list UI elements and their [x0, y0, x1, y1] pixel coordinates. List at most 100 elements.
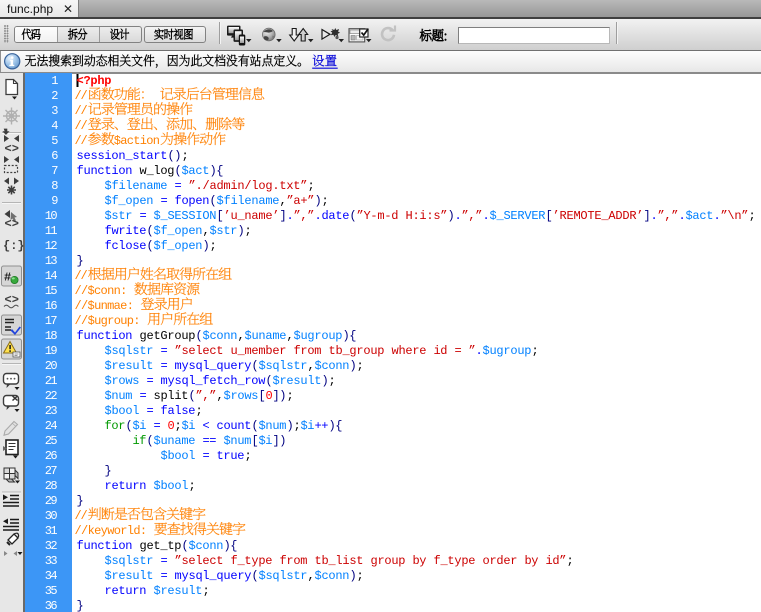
svg-text:split: split: [154, 389, 189, 403]
svg-text:$str: $str: [105, 209, 133, 223]
svg-text:;: ;: [749, 209, 756, 223]
svg-text://$conn:: //$conn:: [75, 284, 128, 298]
svg-text://: //: [75, 269, 88, 283]
svg-text:$bool: $bool: [105, 404, 140, 418]
svg-text:tb_group: tb_group: [329, 344, 385, 358]
svg-text:24: 24: [45, 419, 58, 433]
svg-text:”Y-m-d: ”Y-m-d: [357, 209, 399, 223]
svg-text:;: ;: [329, 374, 336, 388]
svg-text:;: ;: [567, 554, 574, 568]
svg-text:22: 22: [45, 389, 58, 403]
svg-text:;: ;: [203, 584, 210, 598]
svg-text:f_type: f_type: [434, 554, 476, 568]
svg-text:fclose: fclose: [105, 239, 147, 253]
svg-text:;: ;: [287, 389, 294, 403]
svg-text://$ugroup:: //$ugroup:: [75, 314, 141, 328]
svg-text:;: ;: [532, 344, 539, 358]
svg-text:order: order: [483, 554, 518, 568]
svg-text:=: =: [140, 209, 147, 223]
svg-text:$conn: $conn: [203, 329, 238, 343]
svg-text:$result: $result: [105, 359, 154, 373]
svg-text:”./admin/log.txt”: ”./admin/log.txt”: [189, 179, 308, 193]
svg-text:16: 16: [45, 299, 58, 313]
svg-text:$_SERVER: $_SERVER: [490, 209, 546, 223]
svg-text:21: 21: [45, 374, 58, 388]
svg-text:36: 36: [45, 599, 58, 612]
svg-text:=: =: [154, 419, 161, 433]
svg-text:”select: ”select: [175, 344, 224, 358]
svg-text:’u_name’: ’u_name’: [224, 209, 280, 223]
svg-text:id: id: [434, 344, 448, 358]
svg-text:w_log: w_log: [140, 164, 175, 178]
svg-text:;: ;: [210, 239, 217, 253]
svg-text:mysql_fetch_row: mysql_fetch_row: [161, 374, 267, 388]
svg-text:{:}: {:}: [3, 239, 25, 253]
svg-text:]): ]): [273, 434, 287, 448]
svg-text:for: for: [105, 419, 126, 433]
svg-text:$str: $str: [210, 224, 238, 238]
svg-text:$conn: $conn: [315, 569, 350, 583]
svg-text:;: ;: [357, 569, 364, 583]
svg-text:28: 28: [45, 479, 58, 493]
svg-text:”,”: ”,”: [658, 209, 679, 223]
svg-text:function: function: [77, 164, 133, 178]
svg-text:id”: id”: [546, 554, 567, 568]
svg-text:true: true: [217, 449, 245, 463]
svg-text:$conn: $conn: [189, 539, 224, 553]
svg-text:”,”: ”,”: [294, 209, 315, 223]
svg-text:$num: $num: [105, 389, 133, 403]
svg-text:$bool: $bool: [154, 479, 189, 493]
svg-text:6: 6: [51, 149, 58, 163]
svg-text:$uname: $uname: [245, 329, 287, 343]
svg-text://: //: [75, 104, 88, 118]
svg-text:19: 19: [45, 344, 58, 358]
svg-text://$unmae:: //$unmae:: [75, 299, 134, 313]
svg-text:){: ){: [329, 419, 343, 433]
svg-text:12: 12: [45, 239, 58, 253]
svg-text:$sqlstr: $sqlstr: [259, 569, 308, 583]
svg-text:;: ;: [308, 179, 315, 193]
svg-text:18: 18: [45, 329, 58, 343]
svg-text:return: return: [105, 584, 147, 598]
svg-text:;: ;: [245, 224, 252, 238]
svg-text:$act: $act: [686, 209, 714, 223]
svg-text:date: date: [322, 209, 350, 223]
svg-text:mysql_query: mysql_query: [175, 569, 252, 583]
svg-text:$num: $num: [224, 434, 252, 448]
svg-text:;: ;: [322, 194, 329, 208]
svg-text:u_member: u_member: [231, 344, 287, 358]
svg-text:if: if: [133, 434, 147, 448]
svg-text:$filename: $filename: [217, 194, 280, 208]
svg-text:$result: $result: [273, 374, 322, 388]
svg-text:]): ]): [273, 389, 287, 403]
svg-text:session_start: session_start: [77, 149, 168, 163]
svg-text:$i: $i: [259, 434, 273, 448]
svg-text:$rows: $rows: [224, 389, 259, 403]
svg-text:2: 2: [51, 89, 58, 103]
svg-text:mysql_query: mysql_query: [175, 359, 252, 373]
svg-text:group: group: [371, 554, 406, 568]
svg-text:14: 14: [45, 269, 58, 283]
svg-text:29: 29: [45, 494, 58, 508]
svg-text:<?php: <?php: [77, 74, 112, 88]
svg-text:<>: <>: [5, 217, 19, 231]
svg-text:fwrite: fwrite: [105, 224, 147, 238]
svg-text:$uname: $uname: [154, 434, 196, 448]
svg-text:get_tp: get_tp: [140, 539, 182, 553]
svg-text:from: from: [280, 554, 308, 568]
svg-text:5: 5: [51, 134, 58, 148]
svg-text:$sqlstr: $sqlstr: [105, 554, 154, 568]
svg-text://keyworld:: //keyworld:: [75, 524, 148, 538]
svg-text:(): (): [168, 149, 182, 163]
svg-text:<: <: [203, 419, 210, 433]
svg-text:=: =: [140, 389, 147, 403]
svg-text:$num: $num: [259, 419, 287, 433]
svg-text://: //: [75, 119, 88, 133]
svg-text:$f_open: $f_open: [154, 224, 203, 238]
svg-text:$filename: $filename: [105, 179, 168, 193]
svg-text:3: 3: [51, 104, 58, 118]
svg-text://: //: [75, 509, 88, 523]
svg-text:31: 31: [45, 524, 58, 538]
svg-text:$action: $action: [114, 134, 160, 148]
svg-text:9: 9: [51, 194, 58, 208]
